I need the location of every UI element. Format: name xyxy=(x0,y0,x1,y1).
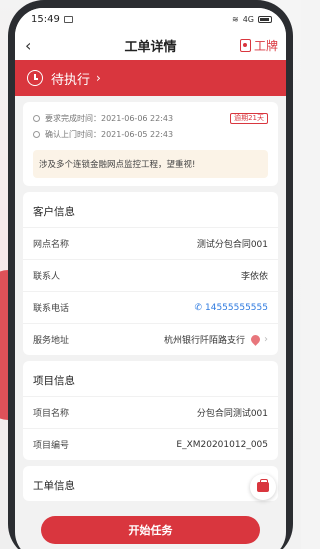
required-time-value: 2021-06-06 22:43 xyxy=(101,113,174,123)
clock-icon xyxy=(27,70,43,86)
field-value: 分包合同测试001 xyxy=(196,409,268,419)
app-screen: 15:49 ≋ 4G ‹ 工单详情 工牌 待执行 › 要求完成时间： 2021-… xyxy=(15,8,286,549)
list-item[interactable]: 服务地址 杭州银行阡陌路支行 › xyxy=(23,323,278,355)
battery-icon xyxy=(258,15,272,23)
field-value: 李依依 xyxy=(240,272,268,282)
field-label: 项目名称 xyxy=(33,409,70,419)
start-task-button[interactable]: 开始任务 xyxy=(41,516,260,544)
section-title: 工单信息 xyxy=(33,480,75,492)
required-time-row: 要求完成时间： 2021-06-06 22:43 逾期21天 xyxy=(33,110,268,126)
badge-label: 工牌 xyxy=(253,39,278,53)
status-label: 待执行 xyxy=(51,72,91,88)
confirmed-time-value: 2021-06-05 22:43 xyxy=(101,129,174,139)
field-value: E_XM20201012_005 xyxy=(176,439,268,450)
nav-bar: ‹ 工单详情 工牌 xyxy=(15,30,286,60)
toolbox-icon xyxy=(257,479,269,492)
field-label: 项目编号 xyxy=(33,441,70,451)
badge-button[interactable]: 工牌 xyxy=(239,37,278,54)
chevron-right-icon: › xyxy=(96,71,101,85)
order-section: 工单信息 xyxy=(23,466,278,501)
note-text: 涉及多个连锁金融网点监控工程，望重视! xyxy=(33,150,268,178)
customer-section: 客户信息 网点名称 测试分包合同001 联系人 李依依 联系电话 ✆ 14555… xyxy=(23,192,278,355)
field-label: 联系电话 xyxy=(33,304,70,314)
page-title: 工单详情 xyxy=(124,39,177,55)
toolbox-button[interactable] xyxy=(250,474,276,500)
clock-icon xyxy=(33,130,40,138)
required-time-label: 要求完成时间： xyxy=(45,113,101,123)
list-item: 联系人 李依依 xyxy=(23,259,278,291)
field-label: 服务地址 xyxy=(33,336,70,346)
field-value: 测试分包合同001 xyxy=(196,240,268,250)
clock-icon xyxy=(33,114,40,122)
phone-icon: ✆ xyxy=(194,302,202,313)
project-section: 项目信息 项目名称 分包合同测试001 项目编号 E_XM20201012_00… xyxy=(23,361,278,460)
address-value: 杭州银行阡陌路支行 › xyxy=(164,333,268,346)
list-item: 联系电话 ✆ 14555555555 xyxy=(23,291,278,323)
status-bar: 15:49 ≋ 4G xyxy=(15,8,286,30)
field-label: 联系人 xyxy=(33,272,61,282)
confirmed-time-label: 确认上门时间： xyxy=(45,129,101,139)
list-item: 网点名称 测试分包合同001 xyxy=(23,227,278,259)
section-title: 项目信息 xyxy=(33,375,75,387)
confirmed-time-row: 确认上门时间： 2021-06-05 22:43 xyxy=(33,126,268,142)
time-card: 要求完成时间： 2021-06-06 22:43 逾期21天 确认上门时间： 2… xyxy=(23,102,278,186)
status-time: 15:49 xyxy=(31,13,60,25)
phone-number: 14555555555 xyxy=(205,302,268,313)
back-icon[interactable]: ‹ xyxy=(25,36,31,55)
list-item: 项目名称 分包合同测试001 xyxy=(23,396,278,428)
phone-frame: 15:49 ≋ 4G ‹ 工单详情 工牌 待执行 › 要求完成时间： 2021-… xyxy=(8,0,293,549)
chevron-right-icon: › xyxy=(264,334,268,345)
wifi-icon: ≋ xyxy=(232,14,239,24)
field-value: 杭州银行阡陌路支行 xyxy=(163,336,245,346)
list-item: 项目编号 E_XM20201012_005 xyxy=(23,428,278,460)
field-label: 网点名称 xyxy=(33,240,70,250)
overdue-badge: 逾期21天 xyxy=(230,112,268,124)
location-pin-icon xyxy=(249,333,262,346)
network-label: 4G xyxy=(242,14,254,24)
notification-icon xyxy=(63,15,73,23)
badge-icon xyxy=(239,39,251,52)
phone-link[interactable]: ✆ 14555555555 xyxy=(194,303,268,313)
status-banner[interactable]: 待执行 › xyxy=(15,60,286,96)
section-title: 客户信息 xyxy=(33,206,75,218)
